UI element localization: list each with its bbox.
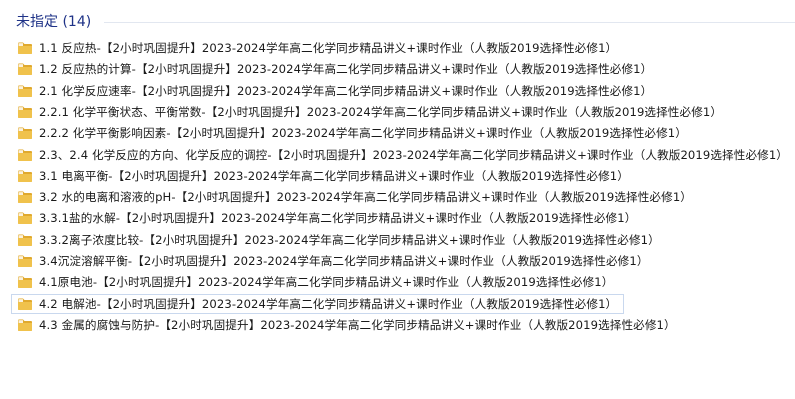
- folder-name: 2.1 化学反应速率-【2小时巩固提升】2023-2024学年高二化学同步精品讲…: [39, 83, 653, 98]
- folder-item[interactable]: 2.2.2 化学平衡影响因素-【2小时巩固提升】2023-2024学年高二化学同…: [11, 123, 694, 143]
- folder-icon: [18, 42, 32, 54]
- folder-item[interactable]: 3.3.1盐的水解-【2小时巩固提升】2023-2024学年高二化学同步精品讲义…: [11, 208, 643, 228]
- folder-item[interactable]: 4.2 电解池-【2小时巩固提升】2023-2024学年高二化学同步精品讲义+课…: [11, 293, 625, 314]
- folder-item[interactable]: 4.1原电池-【2小时巩固提升】2023-2024学年高二化学同步精品讲义+课时…: [11, 272, 620, 292]
- folder-item[interactable]: 3.1 电离平衡-【2小时巩固提升】2023-2024学年高二化学同步精品讲义+…: [11, 166, 636, 186]
- group-title: 未指定 (14): [16, 14, 92, 30]
- folder-name: 4.3 金属的腐蚀与防护-【2小时巩固提升】2023-2024学年高二化学同步精…: [39, 317, 676, 332]
- folder-icon: [18, 191, 32, 204]
- folder-icon: [18, 149, 32, 161]
- folder-name: 2.3、2.4 化学反应的方向、化学反应的调控-【2小时巩固提升】2023-20…: [39, 147, 789, 162]
- folder-icon: [18, 106, 32, 118]
- folder-icon: [18, 276, 32, 289]
- folder-name: 3.3.2离子浓度比较-【2小时巩固提升】2023-2024学年高二化学同步精品…: [39, 232, 660, 247]
- folder-name: 4.1原电池-【2小时巩固提升】2023-2024学年高二化学同步精品讲义+课时…: [39, 275, 614, 290]
- group-header[interactable]: 未指定 (14): [0, 0, 795, 40]
- folder-name: 1.1 反应热-【2小时巩固提升】2023-2024学年高二化学同步精品讲义+课…: [39, 41, 618, 55]
- folder-icon: [18, 255, 32, 267]
- folder-icon: [18, 234, 32, 246]
- folder-item[interactable]: 4.3 金属的腐蚀与防护-【2小时巩固提升】2023-2024学年高二化学同步精…: [11, 315, 683, 335]
- folder-icon: [18, 212, 32, 225]
- folder-icon: [18, 170, 32, 182]
- folder-name: 3.3.1盐的水解-【2小时巩固提升】2023-2024学年高二化学同步精品讲义…: [39, 211, 637, 226]
- folder-icon: [18, 127, 32, 140]
- folder-item[interactable]: 1.1 反应热-【2小时巩固提升】2023-2024学年高二化学同步精品讲义+课…: [11, 38, 624, 58]
- folder-item[interactable]: 3.2 水的电离和溶液的pH-【2小时巩固提升】2023-2024学年高二化学同…: [11, 187, 699, 207]
- group-divider: [104, 22, 795, 23]
- folder-name: 2.2.2 化学平衡影响因素-【2小时巩固提升】2023-2024学年高二化学同…: [39, 126, 687, 141]
- folder-item[interactable]: 2.3、2.4 化学反应的方向、化学反应的调控-【2小时巩固提升】2023-20…: [11, 145, 795, 165]
- folder-icon: [18, 319, 32, 331]
- folder-name: 3.1 电离平衡-【2小时巩固提升】2023-2024学年高二化学同步精品讲义+…: [39, 168, 629, 183]
- folder-icon: [18, 298, 32, 310]
- folder-icon: [18, 63, 32, 76]
- folder-item[interactable]: 1.2 反应热的计算-【2小时巩固提升】2023-2024学年高二化学同步精品讲…: [11, 59, 659, 79]
- folder-item[interactable]: 3.4沉淀溶解平衡-【2小时巩固提升】2023-2024学年高二化学同步精品讲义…: [11, 251, 656, 271]
- folder-name: 3.4沉淀溶解平衡-【2小时巩固提升】2023-2024学年高二化学同步精品讲义…: [39, 254, 649, 268]
- folder-item[interactable]: 2.1 化学反应速率-【2小时巩固提升】2023-2024学年高二化学同步精品讲…: [11, 81, 659, 101]
- folder-icon: [18, 85, 32, 97]
- folder-name: 4.2 电解池-【2小时巩固提升】2023-2024学年高二化学同步精品讲义+课…: [39, 296, 618, 311]
- folder-name: 1.2 反应热的计算-【2小时巩固提升】2023-2024学年高二化学同步精品讲…: [39, 62, 653, 77]
- folder-item[interactable]: 3.3.2离子浓度比较-【2小时巩固提升】2023-2024学年高二化学同步精品…: [11, 230, 667, 250]
- folder-name: 3.2 水的电离和溶液的pH-【2小时巩固提升】2023-2024学年高二化学同…: [39, 190, 692, 205]
- folder-name: 2.2.1 化学平衡状态、平衡常数-【2小时巩固提升】2023-2024学年高二…: [39, 104, 723, 119]
- folder-item[interactable]: 2.2.1 化学平衡状态、平衡常数-【2小时巩固提升】2023-2024学年高二…: [11, 102, 729, 122]
